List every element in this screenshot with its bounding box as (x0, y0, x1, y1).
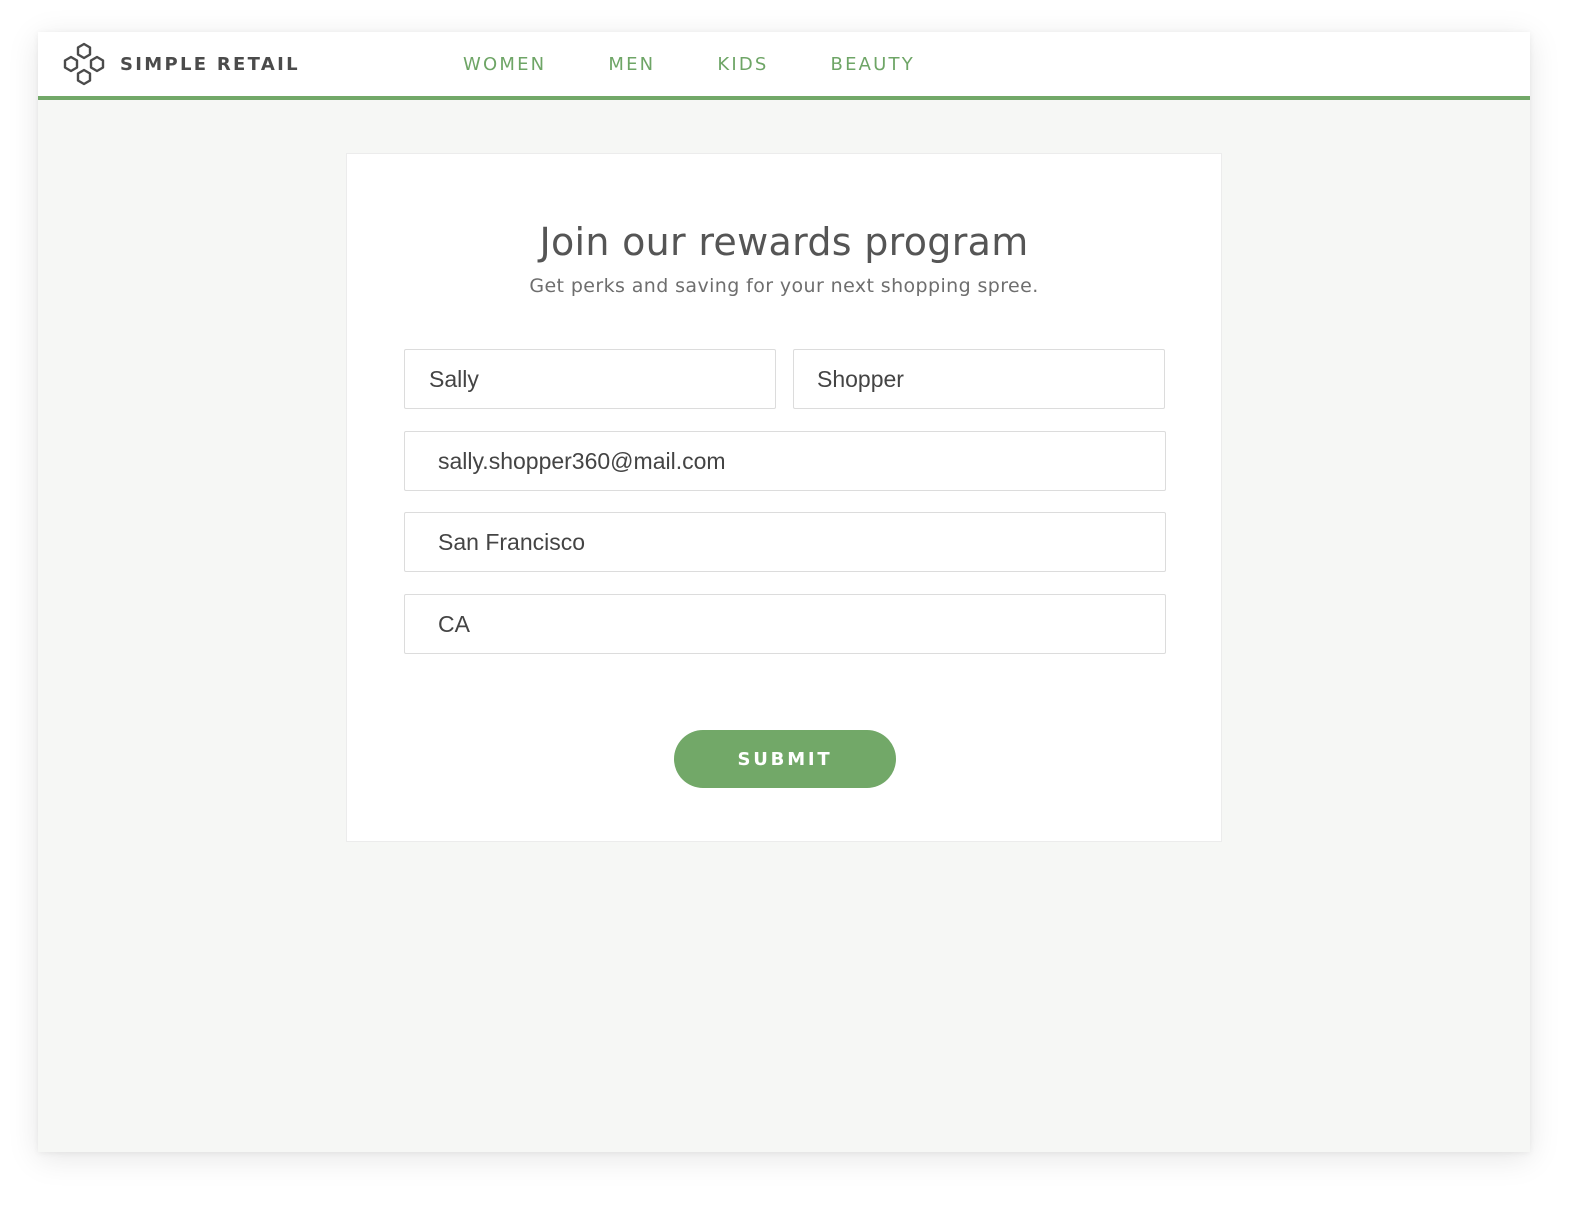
nav-item-women[interactable]: WOMEN (463, 54, 546, 75)
nav-item-kids[interactable]: KIDS (717, 54, 768, 75)
brand-name: SIMPLE RETAIL (120, 53, 300, 75)
hexagon-flower-logo-icon (62, 42, 106, 86)
app-window: SIMPLE RETAIL WOMEN MEN KIDS BEAUTY Join… (38, 32, 1530, 1152)
rewards-signup-card: Join our rewards program Get perks and s… (346, 153, 1222, 842)
main-nav: WOMEN MEN KIDS BEAUTY (463, 32, 977, 96)
nav-item-beauty[interactable]: BEAUTY (831, 54, 915, 75)
page-subtitle: Get perks and saving for your next shopp… (529, 275, 1039, 297)
nav-item-men[interactable]: MEN (608, 54, 655, 75)
page-title: Join our rewards program (539, 220, 1029, 264)
submit-button[interactable]: SUBMIT (674, 730, 896, 788)
email-field[interactable]: sally.shopper360@mail.com (404, 431, 1166, 491)
first-name-field[interactable]: Sally (404, 349, 776, 409)
state-field[interactable]: CA (404, 594, 1166, 654)
site-header: SIMPLE RETAIL WOMEN MEN KIDS BEAUTY (38, 32, 1530, 100)
city-field[interactable]: San Francisco (404, 512, 1166, 572)
last-name-field[interactable]: Shopper (793, 349, 1165, 409)
brand[interactable]: SIMPLE RETAIL (62, 42, 300, 86)
